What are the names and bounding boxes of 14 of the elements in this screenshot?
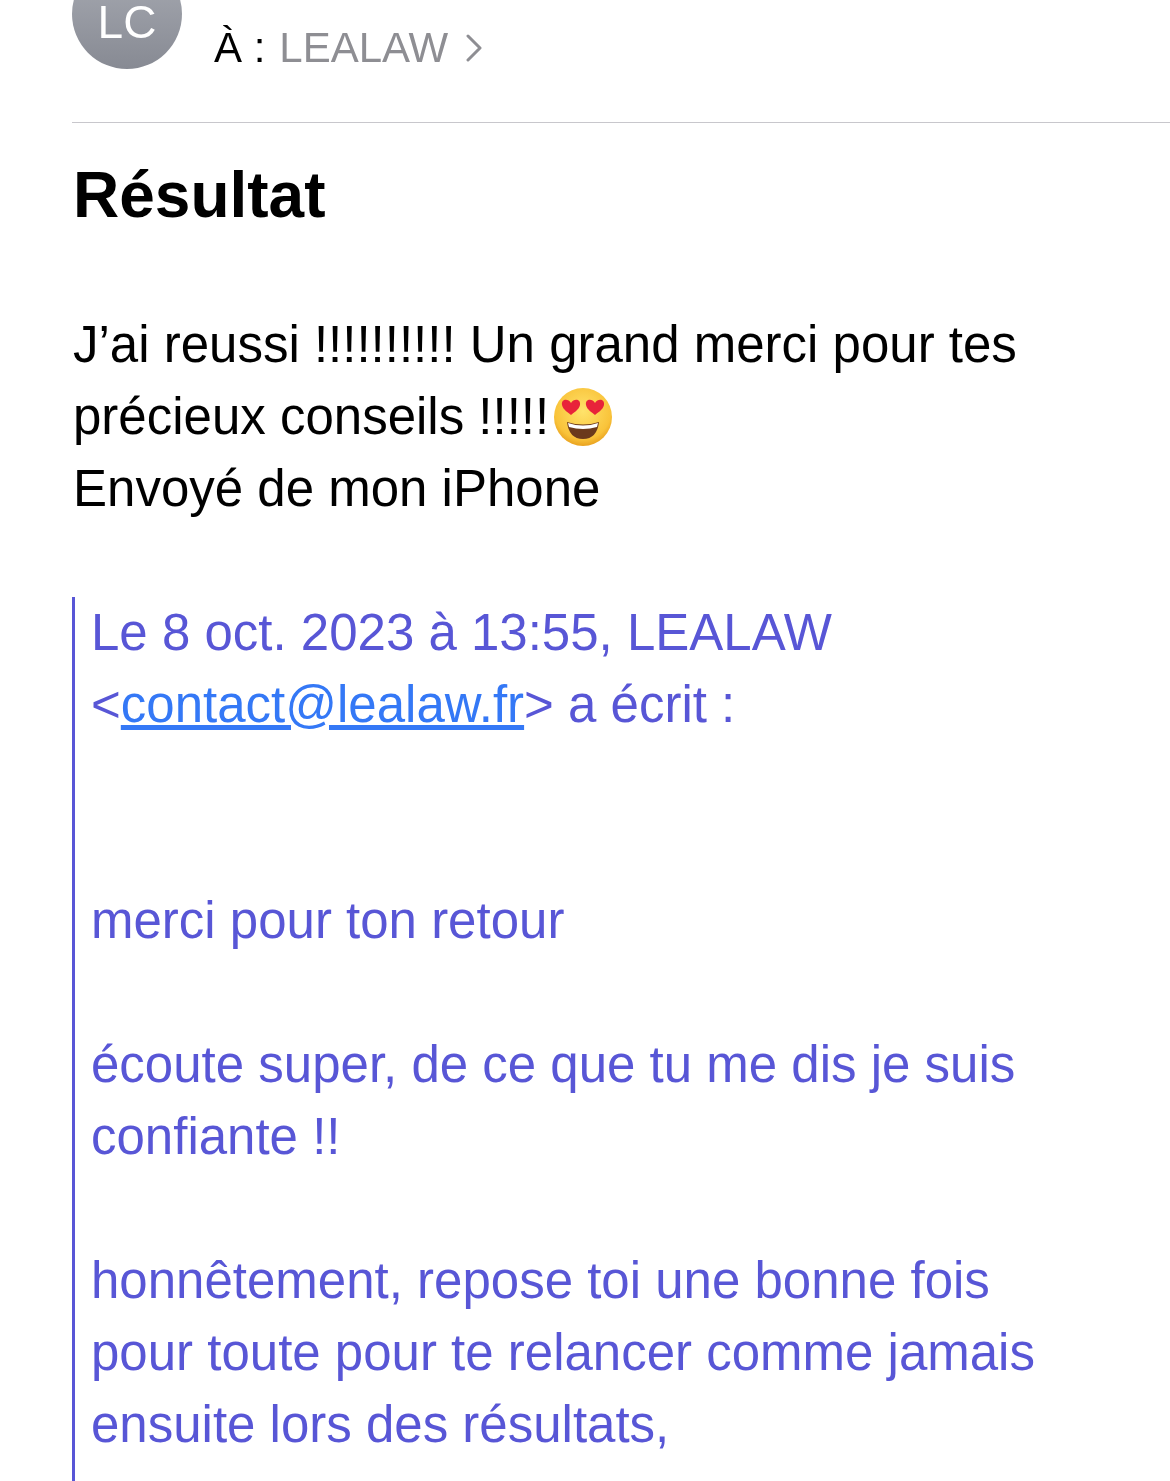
quote-attribution: Le 8 oct. 2023 à 13:55, LEALAW <contact@lealaw.fr> a écrit : — [91, 603, 833, 735]
chevron-right-icon — [466, 34, 483, 62]
heart-eyes-emoji-icon — [553, 387, 614, 447]
quoted-paragraph: merci pour ton retour — [91, 891, 565, 951]
email-subject: Résultat — [73, 159, 326, 231]
email-signature: Envoyé de mon iPhone — [73, 459, 601, 519]
quoted-paragraph: honnêtement, repose toi une bonne fois pour toute pour te relancer comme jamais ensuite lors des résultats, — [91, 1251, 1036, 1455]
recipient-label: À : — [214, 23, 266, 73]
message-text: précieux conseils !!!!! — [73, 387, 550, 447]
recipient-button[interactable]: LEALAW — [279, 23, 483, 73]
email-link[interactable]: contact@lealaw.fr — [120, 676, 525, 733]
message-text: J’ai reussi !!!!!!!!!! Un grand merci pour tes — [73, 315, 1017, 375]
quoted-paragraph: écoute super, de ce que tu me dis je suis confiante !! — [91, 1035, 1017, 1167]
avatar-initials: LC — [97, 0, 157, 48]
